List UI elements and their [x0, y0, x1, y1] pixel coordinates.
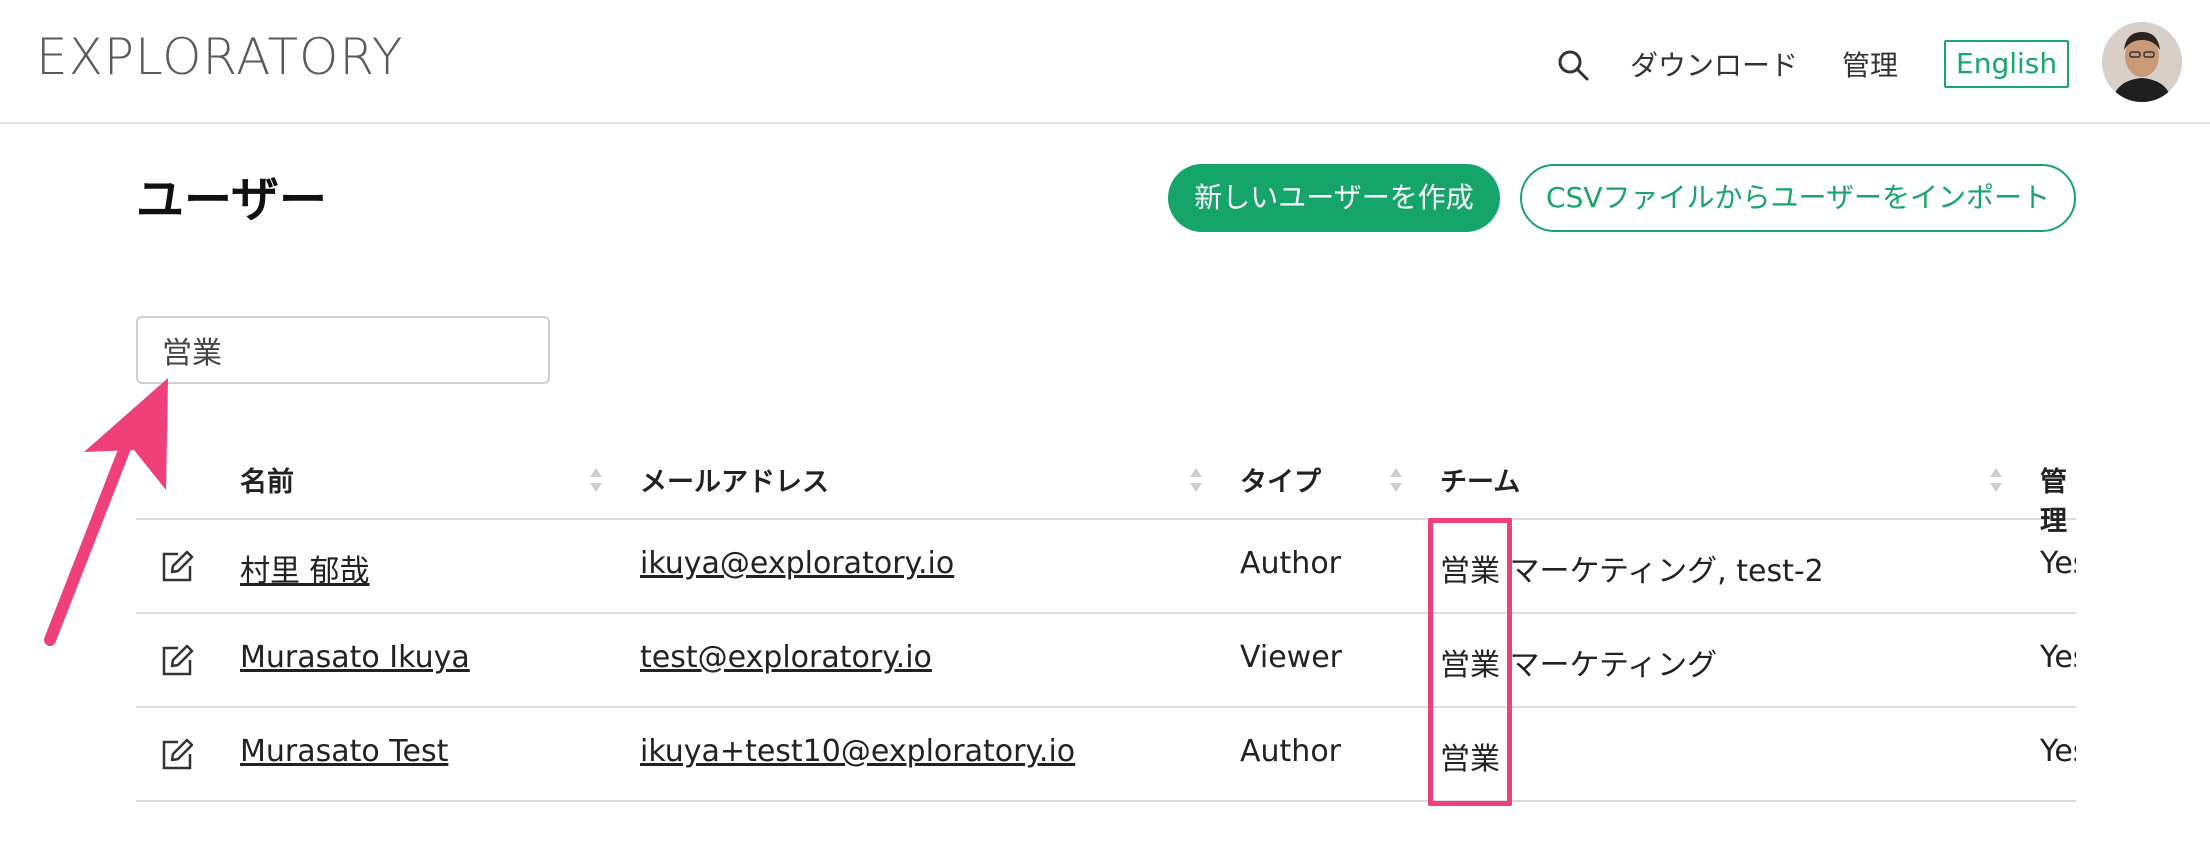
user-type: Viewer [1240, 640, 1342, 675]
user-type: Author [1240, 734, 1342, 769]
avatar-image [2102, 22, 2182, 102]
sort-icon[interactable] [1988, 464, 2004, 496]
sort-icon[interactable] [1388, 464, 1404, 496]
user-admin: Yes [2040, 546, 2076, 581]
column-header-name[interactable]: 名前 [240, 460, 294, 499]
logo[interactable]: EXPLORATORY [36, 28, 403, 86]
user-admin: Yes [2040, 640, 2076, 675]
user-name-link[interactable]: Murasato Ikuya [240, 640, 470, 675]
avatar[interactable] [2102, 22, 2182, 102]
user-name-link[interactable]: Murasato Test [240, 734, 448, 769]
team-others: マーケティング [1509, 648, 1718, 683]
column-header-type[interactable]: タイプ [1240, 460, 1321, 499]
create-user-button[interactable]: 新しいユーザーを作成 [1168, 164, 1500, 232]
language-button[interactable]: English [1944, 40, 2070, 88]
search-input[interactable] [136, 316, 550, 384]
table-header: 名前 メールアドレス タイプ チーム 管理 [136, 440, 2076, 537]
user-email-link[interactable]: test@exploratory.io [640, 640, 932, 675]
user-name-link[interactable]: 村里 郁哉 [240, 546, 370, 590]
team-highlight-box [1428, 518, 1512, 806]
page-title: ユーザー [136, 172, 328, 228]
sort-icon[interactable] [1188, 464, 1204, 496]
edit-icon[interactable] [158, 736, 196, 774]
sort-icon[interactable] [588, 464, 604, 496]
table-row: Murasato Test ikuya+test10@exploratory.i… [136, 708, 2076, 802]
table-row: 村里 郁哉 ikuya@exploratory.io Author 営業 マーケ… [136, 520, 2076, 614]
import-csv-button[interactable]: CSVファイルからユーザーをインポート [1520, 164, 2076, 232]
table-row: Murasato Ikuya test@exploratory.io Viewe… [136, 614, 2076, 708]
column-header-team[interactable]: チーム [1440, 460, 1520, 499]
team-others: マーケティング, test-2 [1509, 554, 1824, 589]
user-email-link[interactable]: ikuya+test10@exploratory.io [640, 734, 1075, 769]
column-header-email[interactable]: メールアドレス [640, 460, 829, 499]
annotation-arrow [44, 378, 168, 646]
download-link[interactable]: ダウンロード [1630, 44, 1798, 84]
search-icon[interactable] [1556, 48, 1590, 82]
admin-link[interactable]: 管理 [1842, 44, 1898, 84]
users-table: 名前 メールアドレス タイプ チーム 管理 村里 郁哉 ikuya@explor… [136, 440, 2076, 802]
top-header: EXPLORATORY ダウンロード 管理 English [0, 0, 2210, 124]
app-window: EXPLORATORY ダウンロード 管理 English ユーザー 新しいユー… [0, 0, 2210, 866]
user-email-link[interactable]: ikuya@exploratory.io [640, 546, 954, 581]
user-admin: Yes [2040, 734, 2076, 769]
user-type: Author [1240, 546, 1342, 581]
